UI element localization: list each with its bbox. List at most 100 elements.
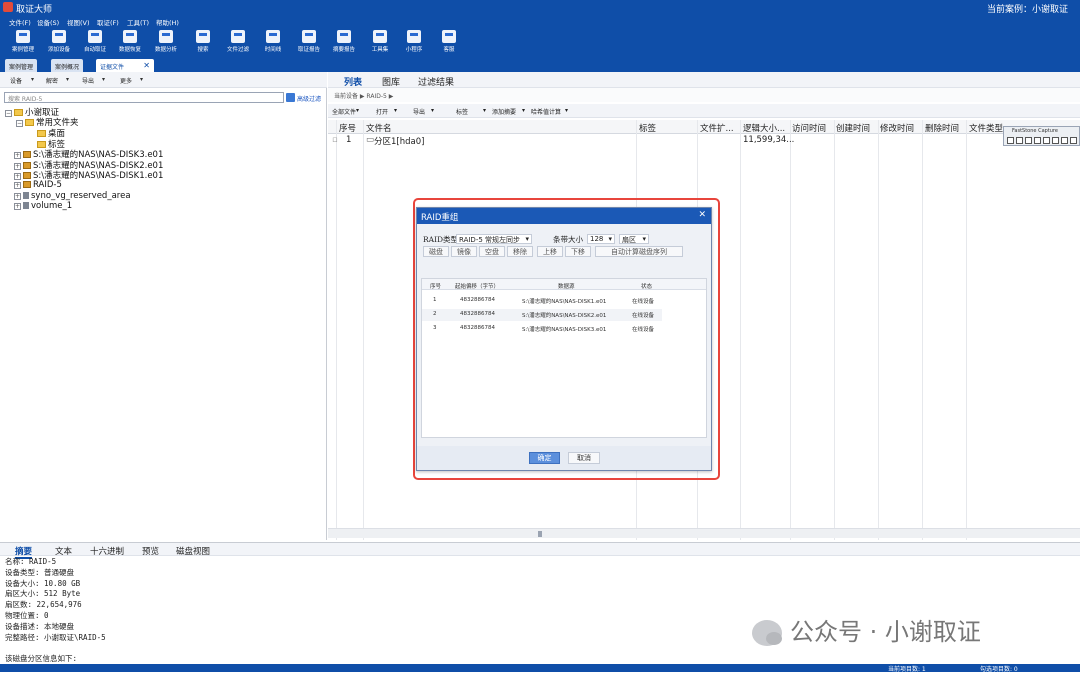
column-filename[interactable]: 文件名 [366,122,392,134]
all-files-menu[interactable]: 全部文件 [332,107,356,116]
column-delete-time[interactable]: 删除时间 [925,122,959,134]
forensics-report-button[interactable]: 取证报告 [292,30,326,57]
column-create-time[interactable]: 创建时间 [836,122,870,134]
tree-node-raid5[interactable]: + RAID-5 [14,180,62,190]
expand-icon[interactable]: + [14,173,21,180]
expand-icon[interactable]: + [14,203,21,210]
applet-button[interactable]: 小程序 [397,30,431,57]
customer-service-button[interactable]: 客服 [432,30,466,57]
auto-calc-disk-order-button[interactable]: 自动计算磁盘序列 [595,246,683,257]
capture-icon[interactable] [1025,137,1032,144]
timeline-button[interactable]: 时间线 [256,30,290,57]
table-row[interactable]: 1 4832886784 S:\潘志耀的NAS\NAS-DISK1.e01 在线… [422,295,706,307]
menu-device[interactable]: 设备(S) [37,17,59,27]
expand-icon[interactable]: + [14,193,21,200]
tab-evidence-files[interactable]: 证据文件 ✕ [96,59,154,72]
data-recovery-button[interactable]: 数据恢复 [113,30,147,57]
menu-tools[interactable]: 工具(T) [127,17,149,27]
table-row[interactable]: 3 4832886784 S:\潘志耀的NAS\NAS-DISK3.e01 在线… [422,323,706,335]
add-image-button[interactable]: 镜像 [451,246,477,257]
cancel-button[interactable]: 取消 [568,452,600,464]
remove-button[interactable]: 移除 [507,246,533,257]
search-button[interactable]: 搜索 [186,30,220,57]
capture-icon[interactable] [1061,137,1068,144]
export-menu[interactable]: 导出 [82,76,94,85]
menu-file[interactable]: 文件(F) [9,17,31,27]
tab-text[interactable]: 文本 [55,545,72,557]
grid-icon [373,30,387,43]
close-icon[interactable]: ✕ [698,210,706,220]
tree-search-input[interactable]: 搜索 RAID-5 [4,92,284,103]
table-row[interactable]: 2 4832886784 S:\潘志耀的NAS\NAS-DISK2.e01 在线… [422,309,662,321]
menu-forensics[interactable]: 取证(F) [97,17,119,27]
capture-icon[interactable] [1070,137,1077,144]
more-menu[interactable]: 更多 [120,76,132,85]
summary-line: 名称: RAID-5 [5,557,57,566]
device-menu[interactable]: 设备 [10,76,22,85]
add-device-button[interactable]: 添加设备 [42,30,76,57]
summary-report-button[interactable]: 摘要报告 [327,30,361,57]
stripe-size-select[interactable]: 128 ▾ [587,234,615,244]
capture-icon[interactable] [1043,137,1050,144]
add-disk-button[interactable]: 磁盘 [423,246,449,257]
tab-gallery[interactable]: 图库 [376,75,406,88]
row-no: 2 [433,311,437,317]
tab-filter-results[interactable]: 过滤结果 [412,75,460,88]
move-down-button[interactable]: 下移 [565,246,591,257]
stripe-unit-select[interactable]: 扇区 ▾ [619,234,649,244]
close-icon[interactable]: ✕ [143,61,150,70]
capture-icon[interactable] [1052,137,1059,144]
chevron-down-icon: ▾ [522,107,526,114]
toolset-button[interactable]: 工具集 [363,30,397,57]
tree-node-syno-reserved[interactable]: + syno_vg_reserved_area [14,191,131,201]
tab-disk-view[interactable]: 磁盘视图 [176,545,210,557]
column-logical-size[interactable]: 逻辑大小... [743,122,785,134]
add-summary-menu[interactable]: 添加摘要 [492,107,516,116]
menu-help[interactable]: 帮助(H) [156,17,179,27]
capture-icon[interactable] [1007,137,1014,144]
column-index[interactable]: 序号 [339,122,356,134]
case-management-button[interactable]: 案例管理 [6,30,40,57]
column-tag[interactable]: 标签 [639,122,656,134]
tab-preview[interactable]: 预览 [142,545,159,557]
column-access-time[interactable]: 访问时间 [792,122,826,134]
decrypt-menu[interactable]: 解密 [46,76,58,85]
open-menu[interactable]: 打开 [376,107,388,116]
add-empty-disk-button[interactable]: 空盘 [479,246,505,257]
collapse-icon[interactable]: − [5,110,12,117]
tab-case-overview[interactable]: 案例概况 [51,59,84,72]
file-filter-button[interactable]: 文件过滤 [221,30,255,57]
auto-forensics-button[interactable]: 自动取证 [78,30,112,57]
menu-view[interactable]: 视图(V) [67,17,90,27]
tab-hex[interactable]: 十六进制 [90,545,124,557]
export-menu[interactable]: 导出 [413,107,425,116]
dialog-title-bar[interactable]: RAID重组 ✕ [417,208,711,224]
horizontal-scrollbar[interactable] [328,528,1080,538]
title-bar: 取证大师 当前案例：小谢取证 [0,0,1080,15]
move-up-button[interactable]: 上移 [537,246,563,257]
advanced-filter-link[interactable]: 高级过滤 [297,94,321,103]
tab-case-management[interactable]: 案例管理 [5,59,38,72]
table-row[interactable]: ▫ 1 ▭ 分区1[hda0] 11,599,34... [328,134,1080,147]
applet-icon [407,30,421,43]
tag-menu[interactable]: 标签 [456,107,468,116]
chevron-down-icon: ▾ [31,76,35,83]
row-checkbox[interactable]: ▫ [332,135,338,145]
expand-icon[interactable]: + [14,182,21,189]
ok-button[interactable]: 确定 [529,452,560,464]
column-file-type[interactable]: 文件类型 [969,122,1003,134]
data-analysis-button[interactable]: 数据分析 [149,30,183,57]
capture-icon[interactable] [1034,137,1041,144]
search-icon[interactable] [286,93,295,102]
column-extension[interactable]: 文件扩... [700,122,734,134]
column-modify-time[interactable]: 修改时间 [880,122,914,134]
tree-node-volume1[interactable]: + volume_1 [14,201,72,211]
raid-type-select[interactable]: RAID-5 常规左同步 ▾ [456,234,532,244]
expand-icon[interactable]: + [14,152,21,159]
disk-image-icon [23,151,31,158]
faststone-capture-bar[interactable]: FastStone Capture [1003,126,1080,146]
scrollbar-thumb[interactable] [538,531,542,537]
hash-calc-menu[interactable]: 哈希值计算 [531,107,561,116]
collapse-icon[interactable]: − [16,120,23,127]
capture-icon[interactable] [1016,137,1023,144]
